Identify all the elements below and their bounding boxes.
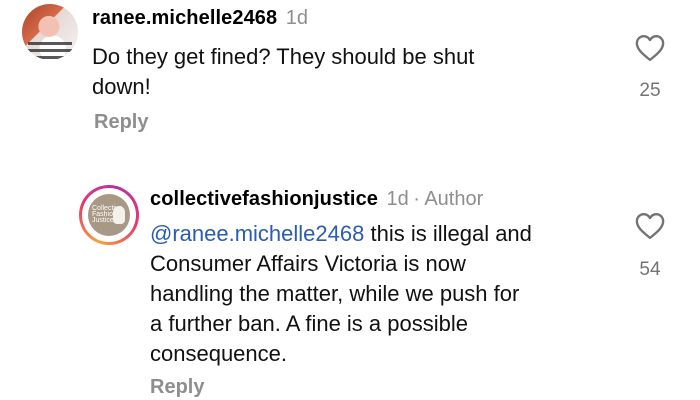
username[interactable]: ranee.michelle2468 [92, 7, 277, 29]
user-avatar[interactable] [22, 4, 78, 60]
comment-line: consequence. [150, 341, 287, 366]
heart-icon[interactable] [635, 212, 665, 240]
comment-line: down! [92, 74, 151, 99]
comment-line: @ranee.michelle2468 this is illegal and [150, 221, 532, 246]
heart-icon[interactable] [635, 34, 665, 62]
comment-line: Consumer Affairs Victoria is now [150, 251, 466, 276]
author-avatar[interactable]: Collective Fashion Justice [79, 185, 139, 245]
comment-header: collectivefashionjustice 1d · Author [150, 188, 483, 211]
comment-line: a further ban. A fine is a possible [150, 311, 468, 336]
comment-text: @ranee.michelle2468 this is illegal and … [150, 219, 620, 369]
comment-text: Do they get fined? They should be shut d… [92, 42, 592, 102]
mention-link[interactable]: @ranee.michelle2468 [150, 221, 364, 246]
like-count: 54 [639, 259, 661, 280]
timestamp: 1d [386, 188, 409, 210]
like-count: 25 [639, 80, 661, 101]
username[interactable]: collectivefashionjustice [150, 188, 378, 210]
reply-button[interactable]: Reply [150, 376, 204, 399]
comment-line: Do they get fined? They should be shut [92, 44, 475, 69]
comment-1: ranee.michelle2468 1d Do they get fined?… [0, 0, 700, 150]
separator: · [413, 188, 420, 210]
comment-header: ranee.michelle2468 1d [92, 7, 308, 30]
timestamp: 1d [285, 7, 308, 29]
reply-button[interactable]: Reply [94, 111, 148, 134]
author-badge: Author [424, 188, 484, 210]
brand-logo: Collective Fashion Justice [88, 194, 130, 236]
comment-line: handling the matter, while we push for [150, 281, 520, 306]
